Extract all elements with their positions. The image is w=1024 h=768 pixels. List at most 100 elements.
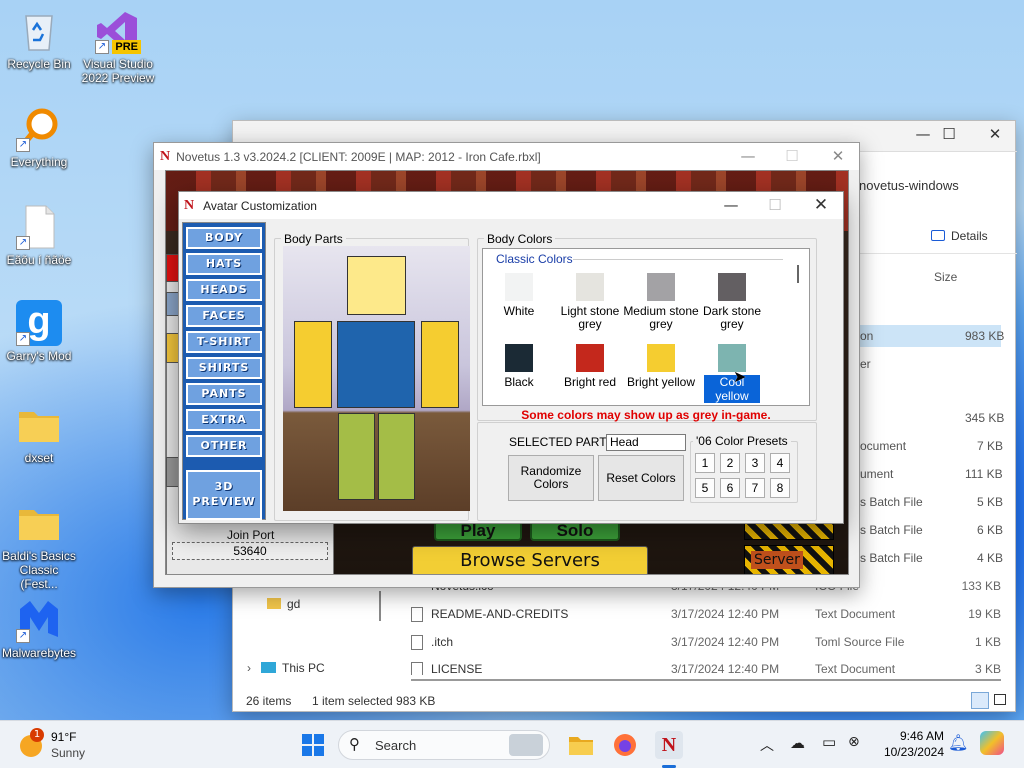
avatar-customization-dialog[interactable]: N Avatar Customization — ☐ ✕ BODY HATS H… bbox=[178, 191, 844, 524]
preset-2-button[interactable]: 2 bbox=[720, 453, 740, 473]
desktop-icon-document[interactable]: ↗ Eãõu í ñãöe bbox=[1, 204, 77, 267]
nav-item-this-pc[interactable]: › This PC bbox=[247, 661, 325, 675]
color-list-scrollbar[interactable] bbox=[797, 265, 799, 283]
document-icon: ↗ bbox=[16, 204, 62, 250]
partial-type: s Batch File bbox=[860, 551, 923, 565]
category-pants-button[interactable]: PANTS bbox=[186, 383, 262, 405]
3d-preview-button[interactable]: 3D PREVIEW bbox=[186, 470, 262, 520]
play-solo-button[interactable]: Solo bbox=[530, 521, 620, 541]
reset-colors-button[interactable]: Reset Colors bbox=[598, 455, 684, 501]
weather-widget[interactable]: 1 91°F Sunny bbox=[20, 728, 100, 762]
novetus-taskbar-icon[interactable]: N bbox=[655, 731, 683, 759]
color-swatch-medium-stone-grey[interactable] bbox=[647, 273, 675, 301]
color-swatch-black[interactable] bbox=[505, 344, 533, 372]
preset-7-button[interactable]: 7 bbox=[745, 478, 765, 498]
randomize-colors-button[interactable]: Randomize Colors bbox=[508, 455, 594, 501]
preset-6-button[interactable]: 6 bbox=[720, 478, 740, 498]
preset-8-button[interactable]: 8 bbox=[770, 478, 790, 498]
color-swatch-bright-yellow[interactable] bbox=[647, 344, 675, 372]
left-arm-part[interactable] bbox=[294, 321, 332, 408]
category-heads-button[interactable]: HEADS bbox=[186, 279, 262, 301]
selected-part-field[interactable]: Head bbox=[606, 434, 686, 451]
copilot-icon[interactable] bbox=[980, 731, 1004, 755]
details-button[interactable]: Details bbox=[931, 229, 988, 243]
details-label: Details bbox=[951, 229, 988, 243]
desktop-icon-malwarebytes[interactable]: ↗ Malwarebytes bbox=[1, 597, 77, 660]
desktop-icon-label: dxset bbox=[24, 451, 54, 465]
start-button[interactable] bbox=[299, 731, 327, 759]
left-leg-part[interactable] bbox=[338, 413, 375, 500]
novetus-logo-icon: N bbox=[160, 148, 171, 164]
novetus-logo-icon: N bbox=[184, 197, 195, 213]
preset-5-button[interactable]: 5 bbox=[695, 478, 715, 498]
nav-item-gd[interactable]: gd bbox=[267, 597, 300, 611]
file-size: 7 KB bbox=[977, 439, 1004, 453]
desktop-icon-label: Eãõu í ñãöe bbox=[6, 253, 72, 267]
join-port-input[interactable]: 53640 bbox=[172, 542, 328, 560]
notification-bell-icon[interactable]: 🔔︎ bbox=[948, 733, 968, 752]
horizontal-scrollbar[interactable] bbox=[411, 679, 1001, 681]
right-leg-part[interactable] bbox=[378, 413, 415, 500]
novetus-minimize-button[interactable]: — bbox=[726, 143, 770, 170]
desktop-icon-recycle-bin[interactable]: Recycle Bin bbox=[1, 8, 77, 71]
server-button[interactable]: Server bbox=[744, 545, 834, 574]
color-swatch-light-stone-grey[interactable] bbox=[576, 273, 604, 301]
file-name: LICENSE bbox=[431, 662, 483, 675]
taskbar-search[interactable]: ⚲ Search bbox=[338, 730, 550, 760]
folder-icon bbox=[267, 598, 281, 609]
color-label: Black bbox=[504, 375, 534, 389]
color-label: Bright red bbox=[563, 375, 617, 389]
novetus-close-button[interactable]: ✕ bbox=[816, 143, 860, 170]
preset-1-button[interactable]: 1 bbox=[695, 453, 715, 473]
desktop-icon-garrys-mod[interactable]: g ↗ Garry's Mod bbox=[1, 300, 77, 363]
volume-muted-icon[interactable]: ⊗ bbox=[848, 734, 860, 750]
table-row[interactable]: LICENSE 3/17/2024 12:40 PM Text Document… bbox=[411, 662, 1001, 675]
text-file-icon bbox=[411, 607, 423, 622]
garrys-mod-icon: g ↗ bbox=[16, 300, 62, 346]
category-extra-button[interactable]: EXTRA bbox=[186, 409, 262, 431]
chevron-up-icon[interactable]: ︿ bbox=[760, 735, 774, 755]
clock[interactable]: 9:46 AM 10/23/2024 bbox=[874, 728, 944, 760]
desktop-icon-visual-studio[interactable]: ↗ PRE Visual Studio 2022 Preview bbox=[80, 8, 156, 85]
partial-type: ocument bbox=[860, 439, 907, 453]
preset-4-button[interactable]: 4 bbox=[770, 453, 790, 473]
file-size: 4 KB bbox=[977, 551, 1004, 565]
desktop-icon-label: Baldi's Basics Classic (Fest... bbox=[2, 549, 76, 591]
category-tshirt-button[interactable]: T-SHIRT bbox=[186, 331, 262, 353]
preset-3-button[interactable]: 3 bbox=[745, 453, 765, 473]
browse-servers-button[interactable]: Browse Servers bbox=[412, 546, 648, 574]
color-swatch-dark-stone-grey[interactable] bbox=[718, 273, 746, 301]
weather-temp: 91°F bbox=[51, 730, 77, 744]
avatar-minimize-button[interactable]: — bbox=[709, 192, 753, 219]
details-view-button[interactable] bbox=[971, 692, 989, 709]
firefox-taskbar-icon[interactable] bbox=[611, 731, 639, 759]
category-hats-button[interactable]: HATS bbox=[186, 253, 262, 275]
explorer-maximize-button[interactable]: ☐ bbox=[929, 125, 969, 143]
visual-studio-icon: ↗ PRE bbox=[95, 8, 141, 54]
desktop-icon-baldis[interactable]: Baldi's Basics Classic (Fest... bbox=[1, 500, 77, 591]
color-swatch-white[interactable] bbox=[505, 273, 533, 301]
category-body-button[interactable]: BODY bbox=[186, 227, 262, 249]
category-other-button[interactable]: OTHER bbox=[186, 435, 262, 457]
play-button[interactable]: Play bbox=[434, 521, 522, 541]
torso-part[interactable] bbox=[337, 321, 415, 408]
avatar-maximize-button[interactable]: ☐ bbox=[753, 192, 797, 219]
network-icon[interactable]: ☁ bbox=[790, 734, 805, 752]
desktop-icon-everything[interactable]: ↗ Everything bbox=[1, 106, 77, 169]
color-swatch-bright-red[interactable] bbox=[576, 344, 604, 372]
novetus-maximize-button[interactable]: ☐ bbox=[770, 143, 814, 170]
explorer-close-button[interactable]: ✕ bbox=[975, 125, 1015, 143]
avatar-close-button[interactable]: ✕ bbox=[799, 192, 843, 219]
display-icon[interactable]: ▭ bbox=[822, 733, 836, 751]
partial-type: er bbox=[860, 357, 871, 371]
desktop-icon-dxset[interactable]: dxset bbox=[1, 402, 77, 465]
category-shirts-button[interactable]: SHIRTS bbox=[186, 357, 262, 379]
status-items: 26 items bbox=[246, 694, 292, 708]
nav-scrollbar[interactable] bbox=[379, 591, 381, 621]
tiles-view-button[interactable] bbox=[994, 694, 1006, 705]
size-column-header[interactable]: Size bbox=[934, 270, 957, 284]
file-explorer-taskbar-icon[interactable] bbox=[567, 731, 595, 759]
head-part[interactable] bbox=[347, 256, 406, 315]
right-arm-part[interactable] bbox=[421, 321, 459, 408]
category-faces-button[interactable]: FACES bbox=[186, 305, 262, 327]
